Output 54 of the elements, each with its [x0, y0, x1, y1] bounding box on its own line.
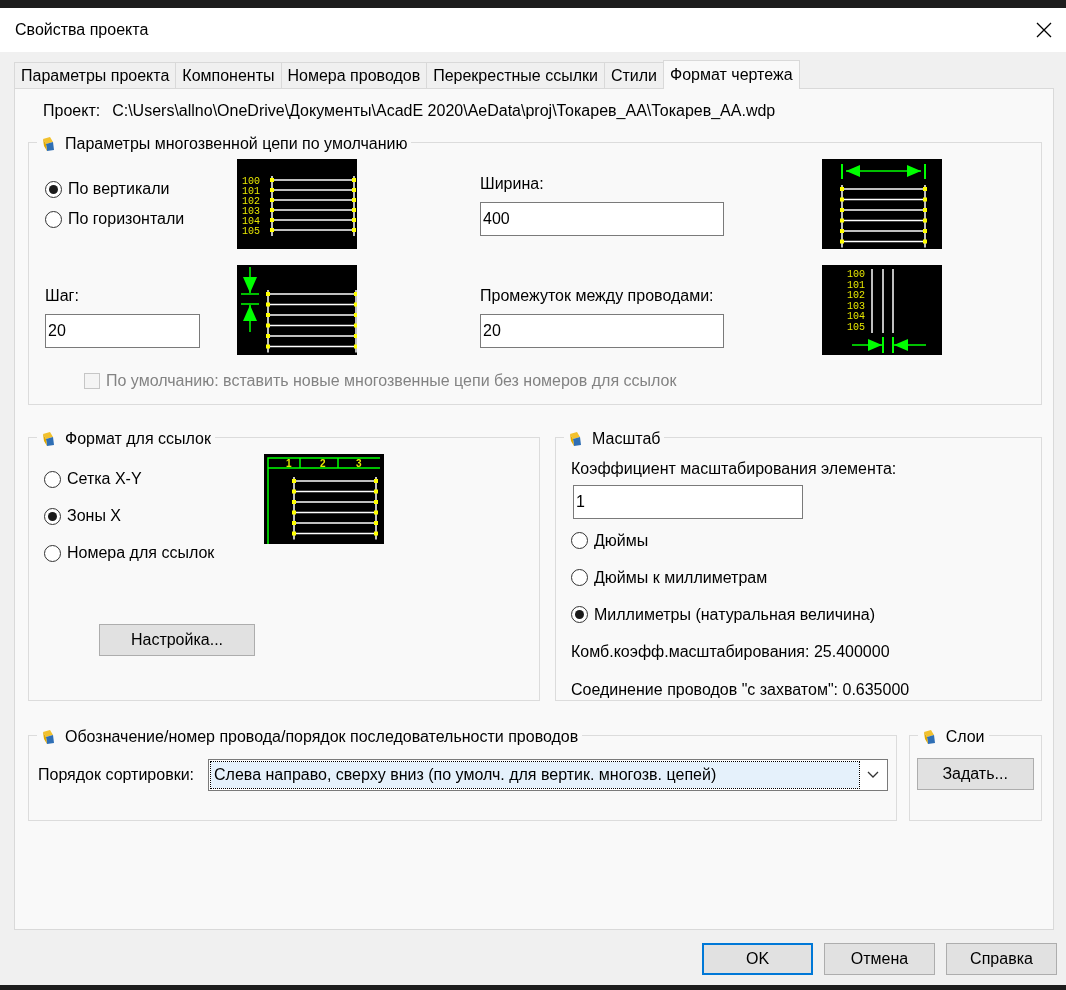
group-title: Слои	[945, 727, 985, 747]
group-title: Параметры многозвенной цепи по умолчанию	[65, 134, 408, 154]
radio-button[interactable]	[44, 507, 61, 525]
group-icon	[41, 729, 57, 745]
input-field[interactable]: 400	[480, 202, 724, 236]
radio-label: Зоны X	[67, 506, 121, 526]
set-layers-button[interactable]: Задать...	[916, 758, 1034, 790]
project-label: Проект:	[43, 101, 101, 121]
radio-button[interactable]	[45, 180, 62, 198]
input-field[interactable]: 1	[573, 485, 803, 519]
radio-label: Номера для ссылок	[67, 543, 215, 563]
checkbox-label: По умолчанию: вставить новые многозвенные цепи без номеров для ссылок	[106, 371, 677, 391]
input-field[interactable]: 20	[45, 314, 200, 348]
group-title: Формат для ссылок	[65, 429, 211, 449]
step-label: Шаг:	[45, 286, 80, 306]
group-title: Масштаб	[592, 429, 661, 449]
sort-order-dropdown[interactable]: Слева направо, сверху вниз (по умолч. для вертик. многозв. цепей)	[208, 759, 889, 791]
scale-factor-label: Коэффициент масштабирования элемента:	[571, 459, 898, 479]
setup-button[interactable]: Настройка...	[99, 624, 255, 656]
chevron-icon	[867, 771, 880, 779]
zone-preview-drawing: 1 2 3	[264, 454, 384, 544]
width-label: Ширина:	[480, 174, 545, 194]
tab[interactable]: Формат чертежа	[663, 60, 800, 89]
wire-preview-drawing: 100 101 102 103 104 105	[822, 265, 942, 355]
window-title: Свойства проекта	[15, 20, 149, 40]
radio-button[interactable]	[45, 210, 62, 228]
close-icon[interactable]	[1036, 22, 1052, 38]
radio-button[interactable]	[44, 544, 61, 562]
radio-button[interactable]	[44, 470, 61, 488]
radio-button[interactable]	[571, 569, 588, 586]
radio-button[interactable]	[571, 606, 588, 623]
help-button[interactable]: Справка	[946, 943, 1057, 975]
radio-label: Дюймы к миллиметрам	[594, 567, 768, 588]
group-icon	[568, 431, 584, 447]
radio-label: Дюймы	[594, 530, 649, 551]
cancel-button[interactable]: Отмена	[824, 943, 935, 975]
radio-label: По горизонтали	[68, 209, 185, 229]
group-icon	[921, 729, 938, 745]
project-path: C:\Users\allno\OneDrive\Документы\AcadE 2020\AeData\proj\Токарев_AA\Токарев_AA.wdp	[112, 101, 776, 121]
combined-factor-text: Комб.коэфф.масштабирования: 25.400000	[571, 642, 891, 662]
radio-button[interactable]	[571, 532, 588, 549]
wire-gap-text: Соединение проводов "с захватом": 0.635000	[571, 680, 911, 700]
radio-label: Сетка X-Y	[67, 469, 142, 489]
group-icon	[41, 136, 57, 152]
sort-order-label: Порядок сортировки:	[38, 765, 195, 785]
ok-button[interactable]: OK	[702, 943, 813, 975]
group-icon	[41, 431, 57, 447]
radio-label: Миллиметры (натуральная величина)	[594, 604, 876, 625]
tab[interactable]: Параметры проекта	[14, 62, 177, 88]
input-field[interactable]: 20	[480, 314, 724, 348]
radio-label: По вертикали	[68, 179, 170, 199]
wire-preview-drawing: 100 101 102 103 104 105	[237, 159, 357, 249]
group-title: Обозначение/номер провода/порядок последовательности проводов	[65, 727, 579, 747]
spacing-label: Промежуток между проводами:	[480, 286, 715, 306]
